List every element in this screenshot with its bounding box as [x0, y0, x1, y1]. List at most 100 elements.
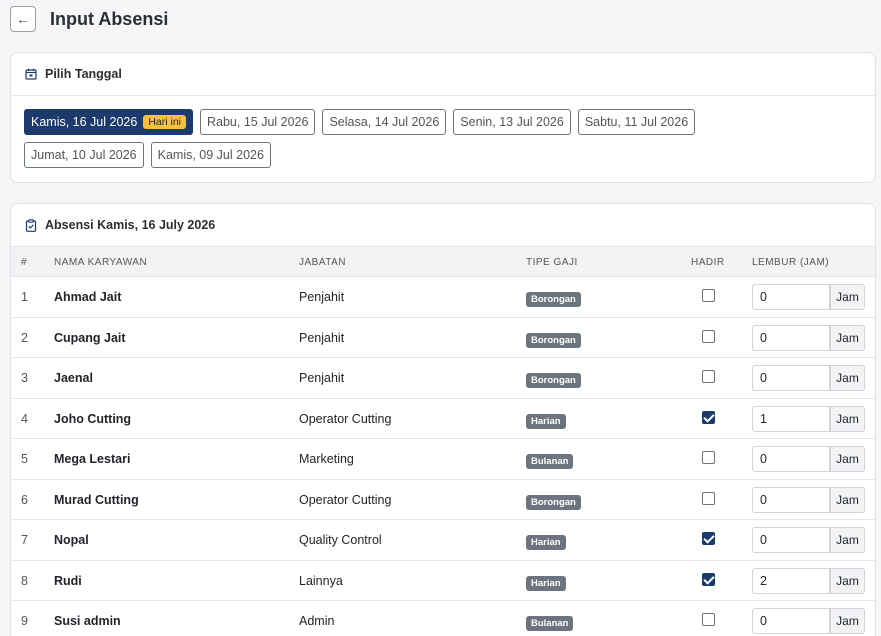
date-button[interactable]: Selasa, 14 Jul 2026 — [322, 109, 447, 135]
date-picker-card: Pilih Tanggal Kamis, 16 Jul 2026 Hari ini… — [10, 52, 876, 183]
col-name: NAMA KARYAWAN — [54, 257, 148, 268]
employee-job: Operator Cutting — [299, 492, 392, 507]
date-button[interactable]: Rabu, 15 Jul 2026 — [200, 109, 316, 135]
employee-name: Susi admin — [54, 614, 121, 628]
overtime-input[interactable] — [752, 405, 830, 432]
overtime-input[interactable] — [752, 567, 830, 594]
present-checkbox[interactable] — [702, 613, 715, 626]
present-checkbox[interactable] — [702, 329, 715, 343]
pay-type-badge: Harian — [526, 413, 566, 429]
pay-type-badge: Borongan — [526, 494, 581, 510]
overtime-unit: Jam — [830, 567, 865, 594]
date-label: Kamis, 16 Jul 2026 — [31, 115, 138, 129]
row-number: 8 — [21, 573, 28, 588]
pay-type-cell: Borongan — [526, 332, 581, 348]
table-row: 6 Murad Cutting Operator Cutting Borongan Ja… — [11, 480, 875, 520]
pay-type-cell: Bulanan — [526, 615, 574, 631]
row-number: 7 — [21, 533, 28, 547]
employee-name: Joho Cutting — [54, 411, 132, 426]
top-bar: ← Input Absensi — [0, 0, 881, 40]
present-checkbox[interactable] — [702, 289, 715, 302]
table-header: # NAMA KARYAWAN JABATAN TIPE GAJI HADIR … — [11, 246, 875, 277]
employee-name: Nopal — [54, 533, 89, 547]
employee-name: Rudi — [54, 573, 82, 588]
overtime-unit: Jam — [830, 284, 865, 310]
pay-type-badge: Bulanan — [526, 616, 574, 631]
date-button[interactable]: Sabtu, 11 Jul 2026 — [577, 109, 696, 135]
present-checkbox[interactable] — [702, 572, 715, 586]
present-checkbox[interactable] — [702, 451, 715, 464]
date-picker-header: Pilih Tanggal — [11, 53, 875, 96]
date-label: Kamis, 09 Jul 2026 — [157, 148, 264, 162]
overtime-unit: Jam — [830, 608, 865, 634]
col-no: # — [21, 257, 28, 268]
col-job: JABATAN — [299, 257, 347, 268]
employee-job: Operator Cutting — [299, 411, 392, 426]
employee-name: Murad Cutting — [54, 492, 139, 507]
date-button[interactable]: Jumat, 10 Jul 2026 — [24, 142, 144, 168]
employee-name: Cupang Jait — [54, 330, 126, 345]
clipboard-icon — [25, 218, 37, 232]
pay-type-cell: Borongan — [526, 372, 581, 388]
pay-type-badge: Borongan — [526, 373, 581, 388]
employee-job: Lainnya — [299, 573, 343, 588]
overtime-input[interactable] — [752, 365, 830, 391]
employee-job: Admin — [299, 614, 335, 628]
date-button[interactable]: Senin, 13 Jul 2026 — [453, 109, 571, 135]
row-number: 6 — [21, 492, 28, 507]
present-checkbox[interactable] — [702, 370, 715, 383]
attendance-header: Absensi Kamis, 16 July 2026 — [11, 204, 875, 246]
overtime-input[interactable] — [752, 324, 830, 351]
overtime-input[interactable] — [752, 486, 830, 513]
date-label: Sabtu, 11 Jul 2026 — [584, 115, 689, 129]
row-number: 5 — [21, 452, 28, 466]
pay-type-badge: Harian — [526, 575, 566, 591]
date-label: Rabu, 15 Jul 2026 — [207, 115, 309, 129]
calendar-icon — [25, 68, 37, 80]
overtime-input[interactable] — [752, 608, 830, 634]
date-button[interactable]: Kamis, 16 Jul 2026 Hari ini — [24, 109, 193, 135]
employee-job: Quality Control — [299, 533, 382, 547]
today-badge: Hari ini — [143, 115, 186, 129]
pay-type-badge: Bulanan — [526, 454, 574, 469]
table-row: 5 Mega Lestari Marketing Bulanan Jam — [11, 439, 875, 480]
pay-type-cell: Borongan — [526, 494, 581, 510]
present-checkbox[interactable] — [702, 491, 715, 505]
table-row: 9 Susi admin Admin Bulanan Jam — [11, 601, 875, 636]
arrow-left-icon: ← — [16, 11, 30, 27]
overtime-input[interactable] — [752, 527, 830, 553]
row-number: 4 — [21, 411, 28, 426]
employee-job: Marketing — [299, 452, 354, 466]
pay-type-badge: Borongan — [526, 332, 581, 348]
pay-type-cell: Borongan — [526, 291, 581, 307]
col-pay-type: TIPE GAJI — [526, 257, 578, 268]
date-button[interactable]: Kamis, 09 Jul 2026 — [150, 142, 271, 168]
row-number: 9 — [21, 614, 28, 628]
attendance-title: Absensi Kamis, 16 July 2026 — [45, 218, 216, 232]
table-row: 7 Nopal Quality Control Harian Jam — [11, 520, 875, 561]
present-checkbox[interactable] — [702, 532, 715, 545]
employee-name: Ahmad Jait — [54, 290, 122, 304]
pay-type-cell: Harian — [526, 534, 566, 550]
overtime-unit: Jam — [830, 405, 865, 432]
employee-job: Penjahit — [299, 371, 345, 385]
date-picker-title: Pilih Tanggal — [45, 67, 122, 81]
pay-type-cell: Harian — [526, 575, 566, 591]
overtime-unit: Jam — [830, 446, 865, 472]
date-label: Senin, 13 Jul 2026 — [460, 115, 564, 129]
employee-name: Jaenal — [54, 371, 93, 385]
overtime-input[interactable] — [752, 284, 830, 310]
row-number: 2 — [21, 330, 28, 345]
overtime-input[interactable] — [752, 446, 830, 472]
present-checkbox[interactable] — [702, 410, 715, 424]
row-number: 1 — [21, 290, 28, 304]
attendance-card: Absensi Kamis, 16 July 2026 # NAMA KARYA… — [10, 203, 876, 636]
pay-type-cell: Harian — [526, 413, 566, 429]
row-number: 3 — [21, 371, 28, 385]
pay-type-badge: Borongan — [526, 292, 581, 307]
back-button[interactable]: ← — [10, 6, 36, 32]
date-label: Jumat, 10 Jul 2026 — [31, 148, 137, 162]
pay-type-cell: Bulanan — [526, 453, 574, 469]
overtime-unit: Jam — [830, 486, 865, 513]
page-title: Input Absensi — [50, 9, 169, 29]
